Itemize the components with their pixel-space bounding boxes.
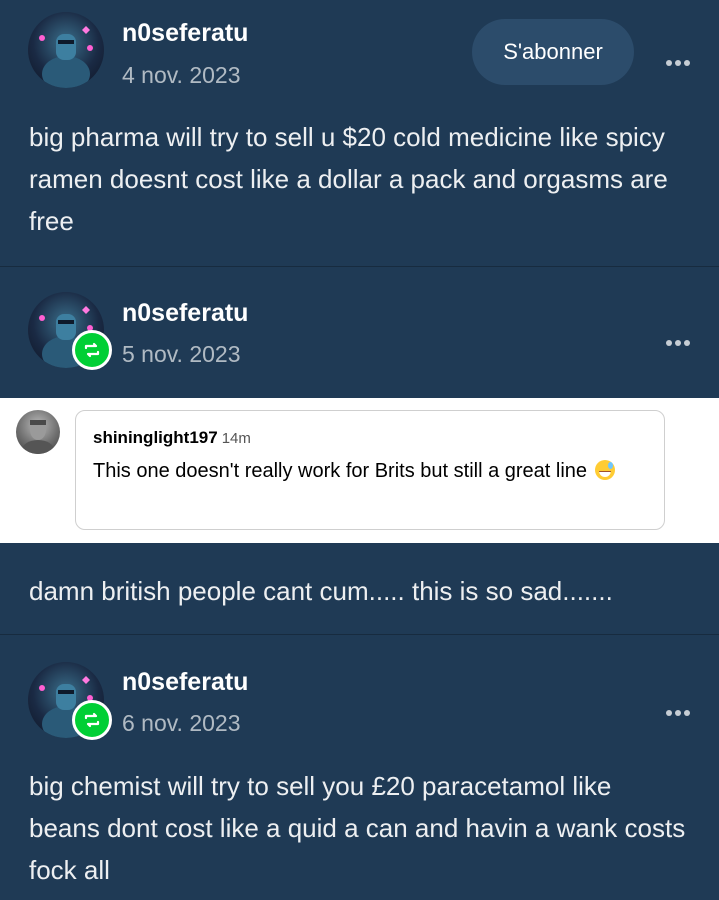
comment-bubble: shininglight197 14m This one doesn't real…: [75, 410, 665, 530]
reblog-icon: [72, 330, 112, 370]
divider: [0, 634, 719, 635]
comment-text-content: This one doesn't really work for Brits b…: [93, 460, 588, 482]
username[interactable]: n0seferatu: [122, 668, 248, 697]
post-body-1: big pharma will try to sell u $20 cold m…: [29, 122, 668, 236]
comment-time: 14m: [221, 430, 251, 447]
avatar[interactable]: [28, 12, 104, 88]
post-body-2: damn british people cant cum..... this i…: [29, 576, 613, 606]
post-date: 5 nov. 2023: [122, 341, 241, 367]
post-body-3: big chemist will try to sell you £20 par…: [29, 771, 686, 885]
more-options-icon[interactable]: [664, 44, 691, 70]
commenter-name[interactable]: shininglight197: [93, 428, 218, 447]
post-date: 4 nov. 2023: [122, 62, 241, 88]
reblog-icon: [72, 700, 112, 740]
more-options-icon[interactable]: [664, 694, 691, 720]
sweat-smile-emoji: [594, 460, 615, 480]
username[interactable]: n0seferatu: [122, 299, 248, 328]
commenter-username[interactable]: shininglight197 14m: [93, 428, 251, 448]
follow-button[interactable]: S'abonner: [472, 19, 634, 85]
reply-comment: shininglight197 14m This one doesn't real…: [0, 398, 719, 543]
post-date: 6 nov. 2023: [122, 710, 241, 736]
more-options-icon[interactable]: [664, 324, 691, 350]
divider: [0, 266, 719, 267]
commenter-avatar[interactable]: [16, 410, 60, 454]
username[interactable]: n0seferatu: [122, 19, 248, 48]
comment-text: This one doesn't really work for Brits b…: [93, 455, 633, 488]
